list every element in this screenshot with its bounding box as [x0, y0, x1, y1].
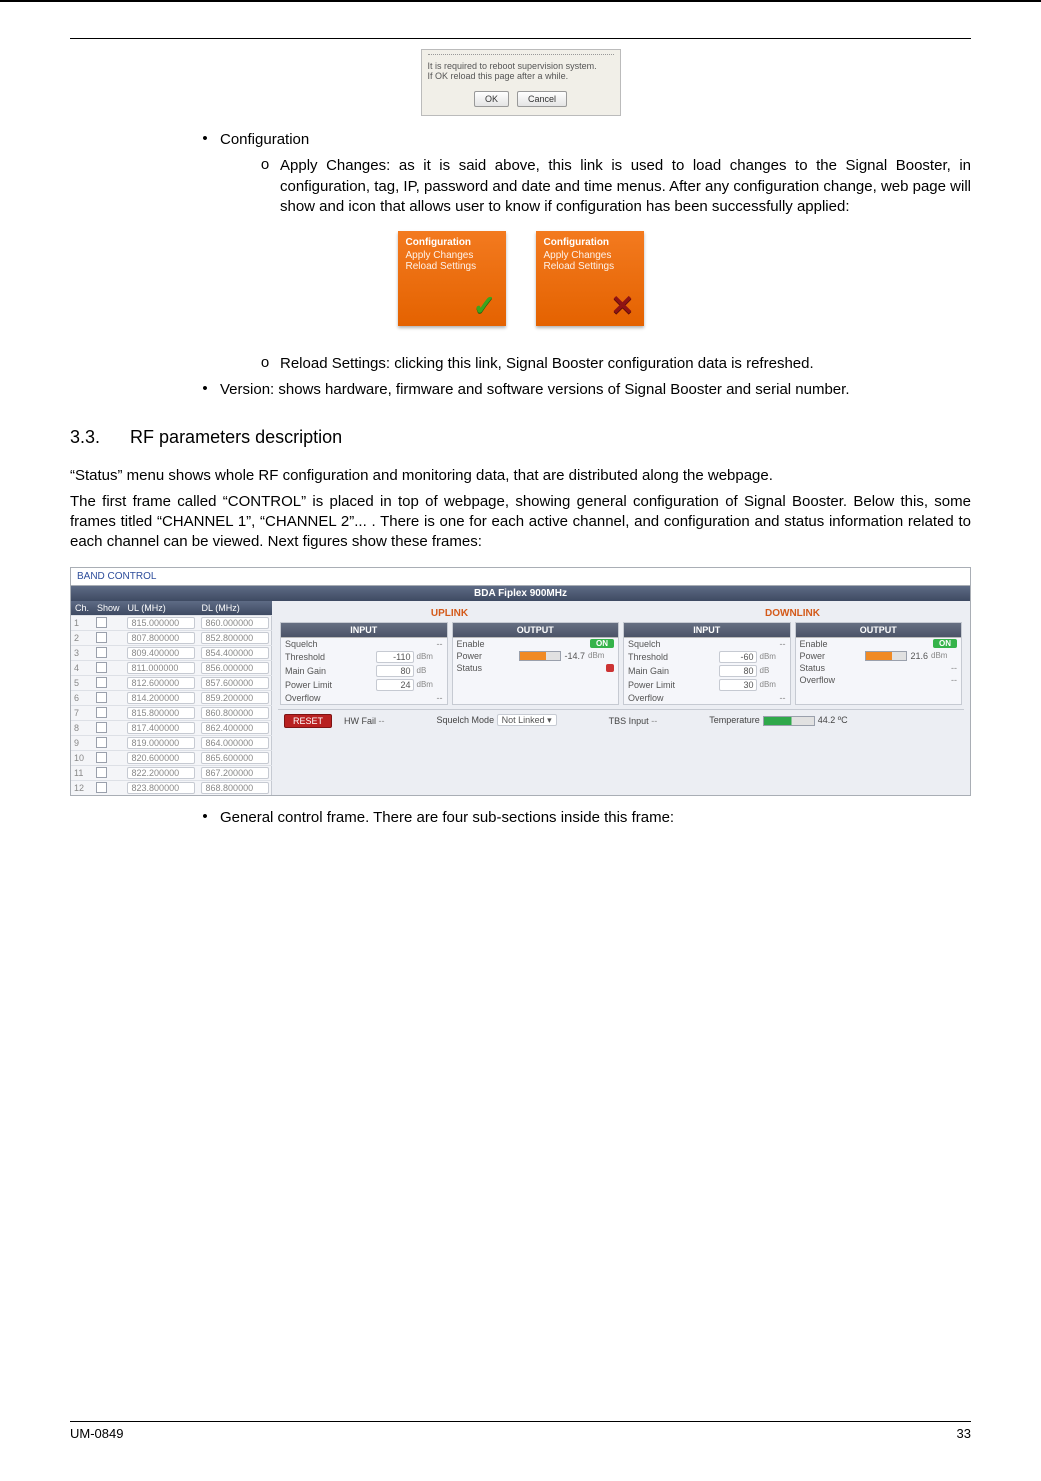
dl-input-col: INPUT Squelch-- Threshold-60dBm Main Gai…	[623, 622, 791, 705]
bullet-apply-changes: Apply Changes: as it is said above, this…	[280, 156, 971, 217]
reset-button[interactable]: RESET	[284, 714, 332, 728]
bullet-configuration: Configuration	[220, 130, 971, 150]
dialog-text-1: It is required to reboot supervision sys…	[428, 61, 614, 71]
apply-fail-card: Configuration Apply Changes Reload Setti…	[536, 231, 644, 326]
channel-row: 10820.600000865.600000	[71, 750, 272, 765]
temperature-bar	[763, 716, 815, 726]
channel-row: 2807.800000852.800000	[71, 630, 272, 645]
dl-freq-field[interactable]: 865.600000	[201, 752, 269, 764]
channel-row: 7815.800000860.800000	[71, 705, 272, 720]
dl-freq-field[interactable]: 852.800000	[201, 632, 269, 644]
dl-freq-field[interactable]: 856.000000	[201, 662, 269, 674]
channel-row: 11822.200000867.200000	[71, 765, 272, 780]
downlink-label: DOWNLINK	[621, 605, 964, 622]
ul-status-icon	[606, 664, 614, 672]
ul-freq-field[interactable]: 817.400000	[127, 722, 195, 734]
bullet-reload-settings: Reload Settings: clicking this link, Sig…	[280, 354, 971, 374]
bullet-icon: •	[190, 130, 220, 150]
channel-show-checkbox[interactable]	[96, 632, 107, 643]
dialog-ok-button[interactable]: OK	[474, 91, 509, 107]
channel-table: Ch. Show UL (MHz) DL (MHz) 1815.00000086…	[71, 601, 272, 795]
channel-show-checkbox[interactable]	[96, 647, 107, 658]
band-control-label: BAND CONTROL	[71, 568, 970, 586]
dl-freq-field[interactable]: 854.400000	[201, 647, 269, 659]
apply-success-card: Configuration Apply Changes Reload Setti…	[398, 231, 506, 326]
bullet-icon: •	[190, 808, 220, 828]
squelch-mode-select[interactable]: Not Linked ▾	[497, 714, 557, 726]
channel-show-checkbox[interactable]	[96, 737, 107, 748]
section-heading: 3.3. RF parameters description	[70, 427, 971, 448]
sub-bullet-icon: o	[250, 354, 280, 374]
channel-show-checkbox[interactable]	[96, 722, 107, 733]
dl-freq-field[interactable]: 862.400000	[201, 722, 269, 734]
sub-bullet-icon: o	[250, 156, 280, 217]
dl-freq-field[interactable]: 860.000000	[201, 617, 269, 629]
channel-show-checkbox[interactable]	[96, 782, 107, 793]
dl-freq-field[interactable]: 864.000000	[201, 737, 269, 749]
channel-show-checkbox[interactable]	[96, 767, 107, 778]
dl-powerlimit-field[interactable]: 30	[719, 679, 757, 691]
dl-freq-field[interactable]: 859.200000	[201, 692, 269, 704]
ul-freq-field[interactable]: 807.800000	[127, 632, 195, 644]
dl-output-col: OUTPUT EnableON Power21.6dBm Status-- Ov…	[795, 622, 963, 705]
channel-row: 4811.000000856.000000	[71, 660, 272, 675]
ul-input-col: INPUT Squelch-- Threshold-110dBm Main Ga…	[280, 622, 448, 705]
channel-row: 5812.600000857.600000	[71, 675, 272, 690]
channel-show-checkbox[interactable]	[96, 752, 107, 763]
channel-show-checkbox[interactable]	[96, 677, 107, 688]
bullet-icon: •	[190, 380, 220, 400]
footer-page-number: 33	[957, 1426, 971, 1441]
ul-freq-field[interactable]: 812.600000	[127, 677, 195, 689]
dl-freq-field[interactable]: 867.200000	[201, 767, 269, 779]
dl-power-bar	[865, 651, 907, 661]
channel-row: 9819.000000864.000000	[71, 735, 272, 750]
dl-gain-field[interactable]: 80	[719, 665, 757, 677]
channel-show-checkbox[interactable]	[96, 692, 107, 703]
ul-gain-field[interactable]: 80	[376, 665, 414, 677]
channel-show-checkbox[interactable]	[96, 707, 107, 718]
dl-enable-toggle[interactable]: ON	[933, 639, 957, 648]
dl-freq-field[interactable]: 868.800000	[201, 782, 269, 794]
reboot-dialog: It is required to reboot supervision sys…	[421, 49, 621, 116]
ul-freq-field[interactable]: 814.200000	[127, 692, 195, 704]
uplink-label: UPLINK	[278, 605, 621, 622]
ul-freq-field[interactable]: 809.400000	[127, 647, 195, 659]
channel-row: 3809.400000854.400000	[71, 645, 272, 660]
dl-freq-field[interactable]: 860.800000	[201, 707, 269, 719]
ul-power-bar	[519, 651, 561, 661]
cross-icon: ✕	[606, 288, 640, 322]
panel-header: BDA Fiplex 900MHz	[71, 586, 970, 601]
dl-freq-field[interactable]: 857.600000	[201, 677, 269, 689]
paragraph-control-desc: The first frame called “CONTROL” is plac…	[70, 492, 971, 553]
dialog-text-2: If OK reload this page after a while.	[428, 71, 614, 81]
paragraph-status-intro: “Status” menu shows whole RF configurati…	[70, 466, 971, 486]
ul-freq-field[interactable]: 811.000000	[127, 662, 195, 674]
ul-freq-field[interactable]: 822.200000	[127, 767, 195, 779]
ul-freq-field[interactable]: 819.000000	[127, 737, 195, 749]
ul-freq-field[interactable]: 815.800000	[127, 707, 195, 719]
ul-freq-field[interactable]: 815.000000	[127, 617, 195, 629]
dl-threshold-field[interactable]: -60	[719, 651, 757, 663]
control-panel-figure: BAND CONTROL BDA Fiplex 900MHz Ch. Show …	[70, 567, 971, 796]
ul-output-col: OUTPUT EnableON Power-14.7dBm Status	[452, 622, 620, 705]
channel-show-checkbox[interactable]	[96, 617, 107, 628]
channel-show-checkbox[interactable]	[96, 662, 107, 673]
channel-row: 6814.200000859.200000	[71, 690, 272, 705]
ul-powerlimit-field[interactable]: 24	[376, 679, 414, 691]
ul-enable-toggle[interactable]: ON	[590, 639, 614, 648]
bullet-general-control: General control frame. There are four su…	[220, 808, 971, 828]
channel-row: 8817.400000862.400000	[71, 720, 272, 735]
ul-freq-field[interactable]: 823.800000	[127, 782, 195, 794]
footer-doc-id: UM-0849	[70, 1426, 123, 1441]
channel-row: 12823.800000868.800000	[71, 780, 272, 795]
ul-freq-field[interactable]: 820.600000	[127, 752, 195, 764]
ul-threshold-field[interactable]: -110	[376, 651, 414, 663]
dialog-cancel-button[interactable]: Cancel	[517, 91, 567, 107]
check-icon: ✓	[468, 288, 502, 322]
bullet-version: Version: shows hardware, firmware and so…	[220, 380, 971, 400]
channel-row: 1815.000000860.000000	[71, 615, 272, 630]
